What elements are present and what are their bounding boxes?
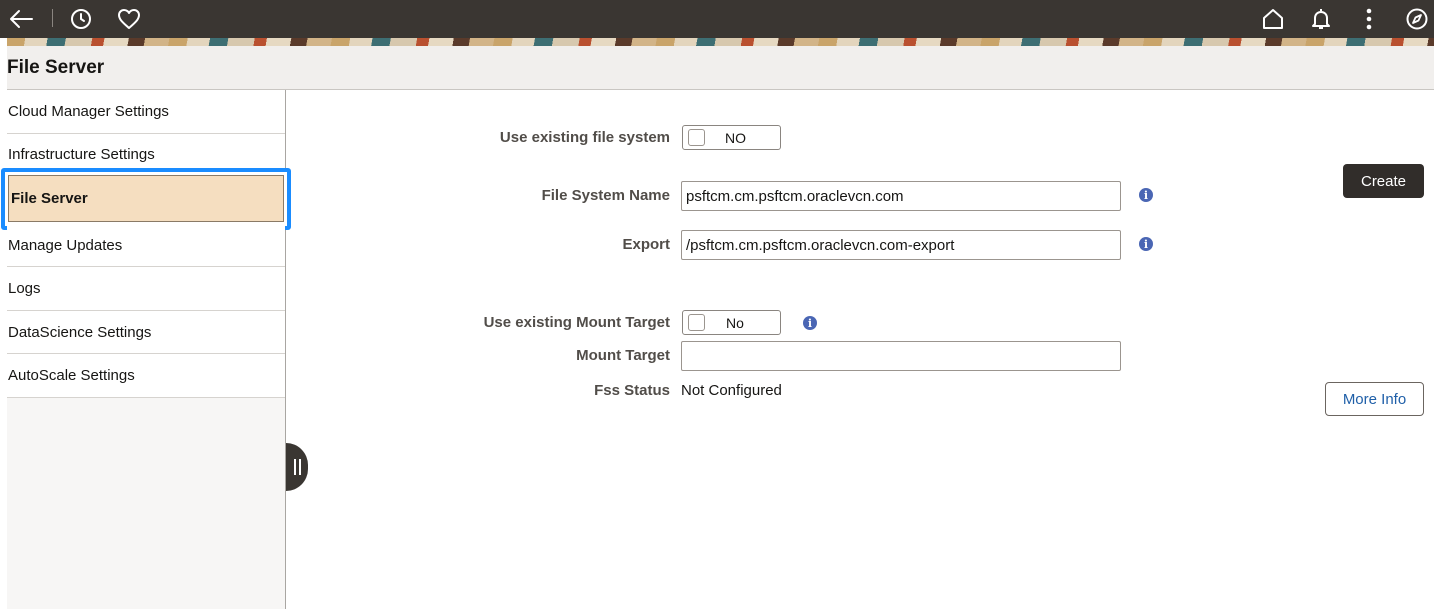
sidebar-item-cloud-manager-settings[interactable]: Cloud Manager Settings — [7, 90, 285, 134]
top-navigation-bar — [0, 0, 1434, 38]
favorites-heart-icon[interactable] — [114, 4, 144, 34]
decorative-banner — [7, 38, 1434, 46]
page-left-gutter — [0, 38, 7, 609]
toggle-state-label: No — [726, 315, 744, 331]
sidebar-item-file-server-focus-ring: File Server — [1, 168, 291, 230]
mount-target-label: Mount Target — [576, 347, 670, 364]
mount-target-info-icon[interactable]: i — [803, 316, 817, 330]
navigator-compass-icon[interactable] — [1402, 4, 1432, 34]
export-info-icon[interactable]: i — [1139, 237, 1153, 251]
sidebar-item-logs[interactable]: Logs — [7, 267, 285, 311]
history-icon[interactable] — [66, 4, 96, 34]
toggle-knob — [688, 129, 705, 146]
sidebar-item-label: File Server — [11, 190, 88, 207]
fs-name-info-icon[interactable]: i — [1139, 188, 1153, 202]
more-info-button[interactable]: More Info — [1325, 382, 1424, 416]
sidebar-item-file-server[interactable]: File Server — [8, 175, 284, 222]
toolbar-divider — [52, 9, 53, 27]
sidebar-item-manage-updates[interactable]: Manage Updates — [7, 224, 285, 267]
toggle-knob — [688, 314, 705, 331]
page-header: File Server — [7, 46, 1434, 90]
back-arrow-icon[interactable] — [6, 4, 36, 34]
fss-status-value: Not Configured — [681, 382, 782, 399]
use-existing-fs-label: Use existing file system — [499, 129, 670, 146]
fs-name-label: File System Name — [541, 187, 670, 204]
use-existing-mt-label: Use existing Mount Target — [483, 314, 670, 331]
sidebar-item-label: Cloud Manager Settings — [8, 103, 169, 120]
toggle-state-label: NO — [725, 130, 746, 146]
mount-target-input[interactable] — [681, 341, 1121, 371]
sidebar-item-autoscale-settings[interactable]: AutoScale Settings — [7, 354, 285, 398]
fs-name-input[interactable] — [681, 181, 1121, 211]
sidebar-navigation: Cloud Manager Settings Infrastructure Se… — [1, 90, 291, 609]
sidebar-item-label: Logs — [8, 280, 41, 297]
sidebar-item-label: DataScience Settings — [8, 323, 152, 341]
create-button[interactable]: Create — [1343, 164, 1424, 198]
fss-status-label: Fss Status — [594, 382, 670, 399]
more-options-icon[interactable] — [1354, 4, 1384, 34]
sidebar-collapse-handle[interactable] — [286, 443, 308, 491]
grip-icon — [293, 459, 296, 475]
grip-icon — [298, 459, 301, 475]
export-label: Export — [622, 236, 670, 253]
notifications-bell-icon[interactable] — [1306, 4, 1336, 34]
home-icon[interactable] — [1258, 4, 1288, 34]
export-input[interactable] — [681, 230, 1121, 260]
sidebar-item-datascience-settings[interactable]: DataScience Settings — [7, 311, 285, 354]
use-existing-fs-toggle[interactable]: NO — [682, 125, 781, 150]
sidebar-item-label: Infrastructure Settings — [8, 146, 155, 163]
page-title: File Server — [7, 57, 105, 78]
sidebar-item-label: AutoScale Settings — [8, 367, 135, 384]
sidebar-item-label: Manage Updates — [8, 236, 123, 254]
use-existing-mt-toggle[interactable]: No — [682, 310, 781, 335]
